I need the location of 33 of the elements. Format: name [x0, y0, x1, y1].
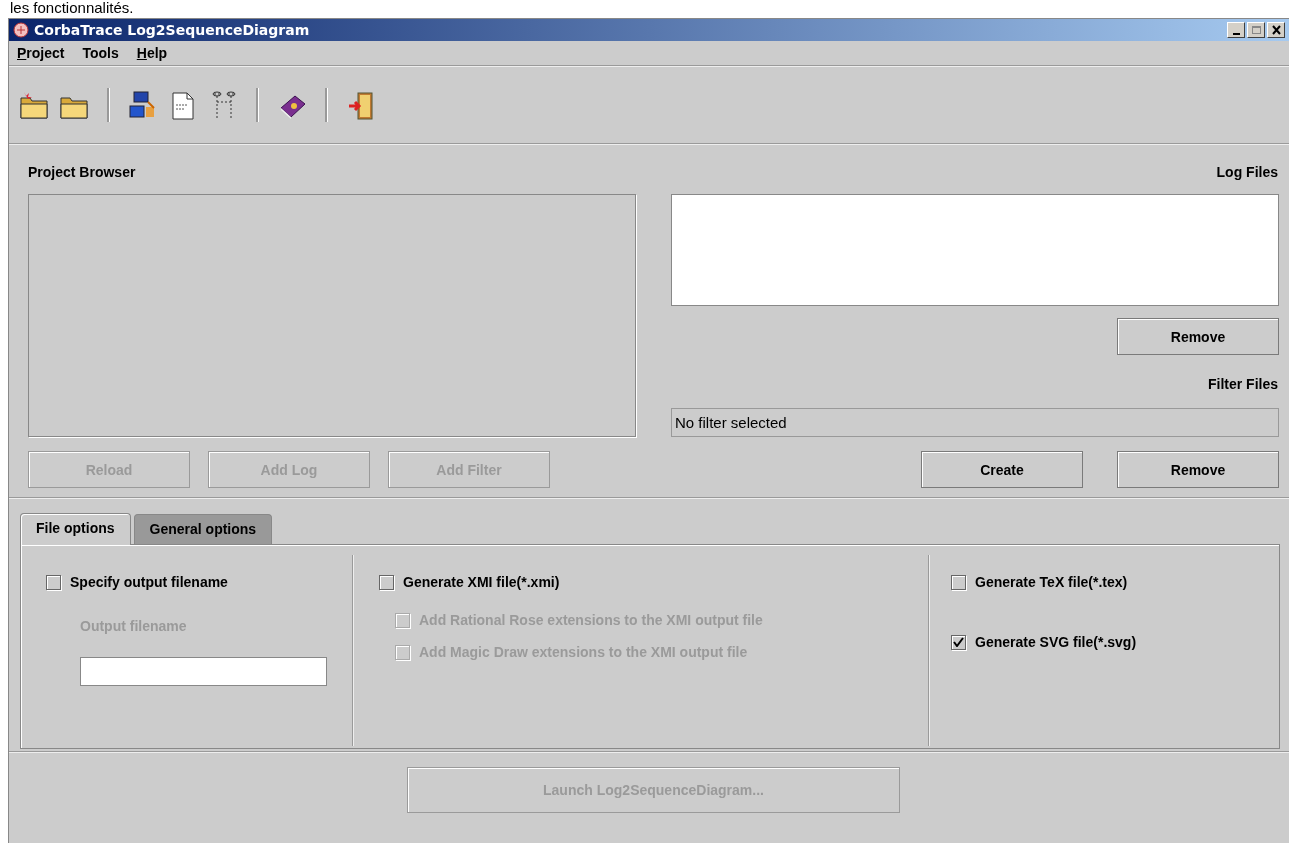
tab[interactable]: General options: [133, 514, 273, 544]
checkbox[interactable]: [951, 574, 966, 590]
checkbox-label: Generate TeX file(*.tex): [975, 574, 1128, 590]
remove-button[interactable]: Remove: [1117, 318, 1279, 355]
checkbox[interactable]: [379, 574, 394, 590]
maximize-icon: [1250, 25, 1262, 35]
checkbox-label: Generate XMI file(*.xmi): [403, 574, 560, 590]
menu-item[interactable]: Tools: [80, 45, 121, 61]
app-icon: [13, 22, 29, 38]
section-label: Filter Files: [1207, 375, 1279, 394]
checkbox-label: Generate SVG file(*.svg): [975, 634, 1137, 650]
checkbox[interactable]: [951, 634, 966, 650]
exit-door-icon[interactable]: [346, 90, 376, 120]
minimize-button[interactable]: [1227, 22, 1245, 38]
checkbox[interactable]: [46, 574, 61, 590]
log-file-list[interactable]: [671, 194, 1279, 306]
section-label: Log Files: [1216, 163, 1279, 182]
remove-button[interactable]: Remove: [1117, 451, 1279, 488]
create-button[interactable]: Create: [921, 451, 1083, 488]
window-title: CorbaTrace Log2SequenceDiagram: [34, 22, 311, 38]
menu-item[interactable]: Project: [15, 45, 67, 61]
menu-item[interactable]: Help: [134, 45, 170, 61]
tab[interactable]: File options: [20, 513, 131, 545]
filename-field[interactable]: [80, 657, 327, 686]
check-mark-icon: [953, 637, 964, 647]
close-button[interactable]: [1267, 22, 1285, 38]
document-text: les fonctionnalités.: [10, 0, 134, 16]
section-label: Project Browser: [28, 163, 137, 182]
checkbox-label: Specify output filename: [70, 574, 228, 590]
close-icon: [1270, 25, 1282, 35]
filter-field: No filter selected: [671, 408, 1279, 437]
minimize-icon: [1232, 32, 1240, 35]
maximize-button[interactable]: [1247, 22, 1265, 38]
